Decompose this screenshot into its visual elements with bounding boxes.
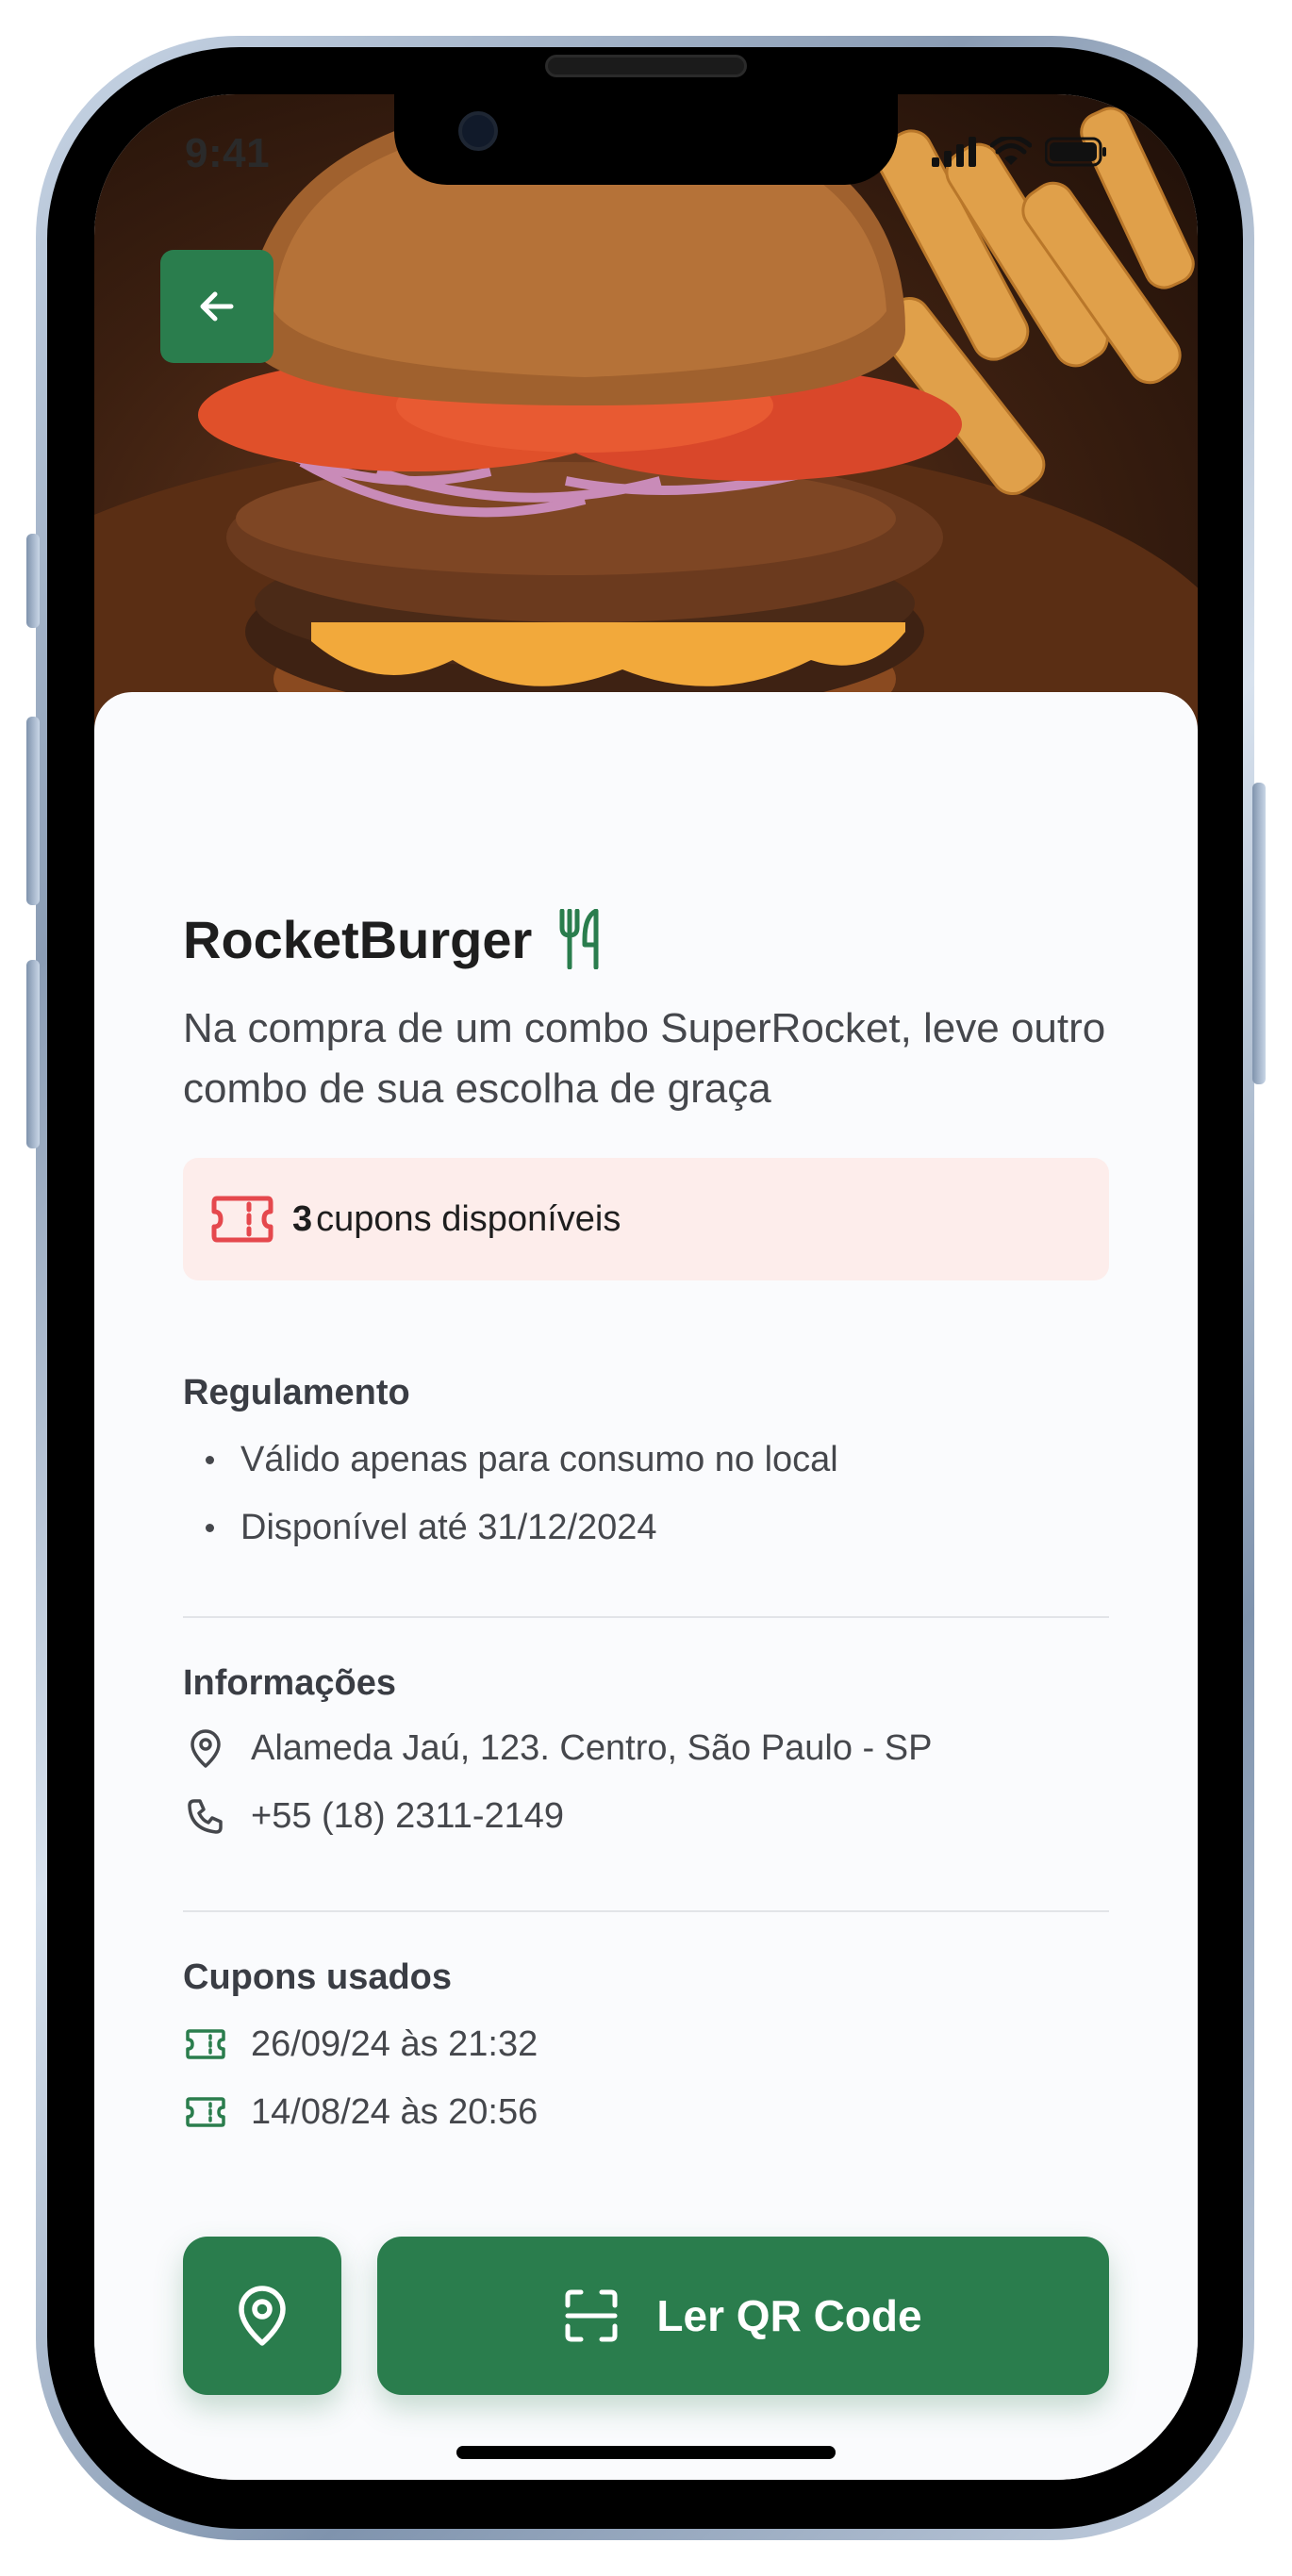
info-title: Informações <box>183 1663 396 1703</box>
read-qr-code-label: Ler QR Code <box>656 2291 922 2340</box>
side-button-volume-up <box>26 717 40 905</box>
bullet-dot <box>206 1523 214 1532</box>
arrow-left-icon <box>200 291 234 322</box>
phone-text: +55 (18) 2311-2149 <box>251 1795 565 1836</box>
status-icons <box>932 136 1107 168</box>
battery-icon <box>1045 137 1106 167</box>
address-row[interactable]: Alameda Jaú, 123. Centro, São Paulo - SP <box>183 1714 1109 1782</box>
phone-icon <box>188 1799 223 1834</box>
used-coupon-date: 14/08/24 às 20:56 <box>251 2091 538 2132</box>
divider <box>183 1616 1109 1618</box>
info-list: Alameda Jaú, 123. Centro, São Paulo - SP… <box>183 1714 1109 1850</box>
app-screen: 9:41 RocketBurger Na compra de um combo … <box>94 94 1198 2480</box>
speaker-grille <box>545 55 747 77</box>
used-coupon-item: 14/08/24 às 20:56 <box>183 2078 1109 2146</box>
rule-text: Válido apenas para consumo no local <box>240 1439 838 1479</box>
map-pin-icon <box>239 2286 286 2346</box>
used-coupons-title: Cupons usados <box>183 1957 453 1997</box>
details-card: RocketBurger Na compra de um combo Super… <box>94 692 1198 2480</box>
ticket-icon <box>186 2029 225 2059</box>
market-description: Na compra de um combo SuperRocket, leve … <box>183 1005 1106 1112</box>
fork-knife-icon <box>559 909 599 969</box>
notch <box>394 94 898 185</box>
back-button[interactable] <box>160 250 273 363</box>
rule-text: Disponível até 31/12/2024 <box>240 1507 657 1547</box>
phone-row[interactable]: +55 (18) 2311-2149 <box>183 1782 1109 1850</box>
map-button[interactable] <box>183 2237 341 2395</box>
ticket-icon <box>186 2097 225 2127</box>
coupons-available-box: 3 cupons disponíveis <box>183 1158 1109 1280</box>
address-text: Alameda Jaú, 123. Centro, São Paulo - SP <box>251 1727 933 1768</box>
divider <box>183 1910 1109 1912</box>
signal-icon <box>932 137 976 167</box>
used-coupon-date: 26/09/24 às 21:32 <box>251 2023 538 2064</box>
scan-icon <box>565 2289 618 2342</box>
ticket-icon <box>211 1196 273 1243</box>
home-indicator <box>456 2446 836 2459</box>
market-name: RocketBurger <box>183 909 533 969</box>
side-button-power <box>1252 783 1266 1084</box>
side-button-mute <box>26 534 40 628</box>
coupon-count: 3 <box>292 1198 313 1239</box>
hero-image <box>94 94 1198 792</box>
rules-title: Regulamento <box>183 1373 410 1412</box>
front-camera <box>458 111 498 151</box>
side-button-volume-down <box>26 960 40 1148</box>
rule-item: Disponível até 31/12/2024 <box>183 1494 1109 1561</box>
title-row: RocketBurger <box>183 901 1109 977</box>
bullet-dot <box>206 1455 214 1464</box>
coupon-label: cupons disponíveis <box>316 1198 621 1239</box>
wifi-icon <box>990 137 1032 165</box>
used-coupon-item: 26/09/24 às 21:32 <box>183 2010 1109 2078</box>
map-pin-icon <box>190 1729 221 1768</box>
used-coupons-list: 26/09/24 às 21:32 14/08/24 às 20:56 <box>183 2010 1109 2146</box>
rules-list: Válido apenas para consumo no local Disp… <box>183 1426 1109 1561</box>
status-time: 9:41 <box>185 130 271 176</box>
rule-item: Válido apenas para consumo no local <box>183 1426 1109 1494</box>
read-qr-code-button[interactable]: Ler QR Code <box>377 2237 1109 2395</box>
